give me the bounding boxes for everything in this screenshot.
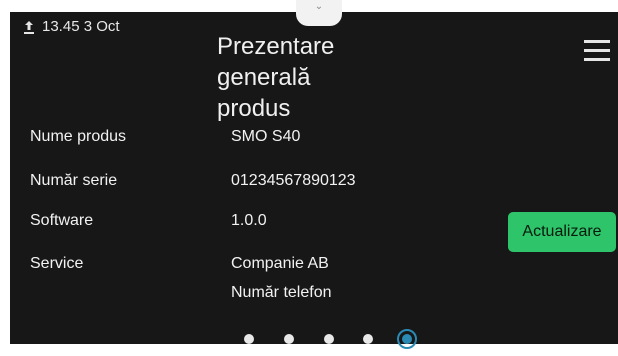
row-label: Nume produs	[30, 128, 127, 145]
page-dot[interactable]	[324, 334, 334, 344]
row-label: Service	[30, 255, 84, 272]
page-dot[interactable]	[284, 334, 294, 344]
upload-icon	[24, 20, 34, 34]
row-value: 1.0.0	[231, 212, 267, 229]
status-time-date: 13.45 3 Oct	[42, 18, 120, 35]
page-dot[interactable]	[363, 334, 373, 344]
pull-down-handle[interactable]: ⌄	[296, 0, 342, 26]
update-button[interactable]: Actualizare	[508, 212, 616, 252]
info-row-serial-number: Număr serie 01234567890123	[10, 172, 618, 194]
page-dot-active[interactable]	[397, 329, 417, 349]
info-row-product-name: Nume produs SMO S40	[10, 128, 618, 150]
device-screen: 13.45 3 Oct Prezentare generală produs N…	[10, 12, 618, 349]
row-value: Număr telefon	[231, 284, 332, 301]
page-title-line: produs	[217, 95, 291, 122]
hamburger-menu-icon[interactable]	[584, 40, 610, 62]
row-value: SMO S40	[231, 128, 301, 145]
row-value: Companie AB	[231, 255, 329, 272]
row-label: Număr serie	[30, 172, 118, 189]
chevron-down-icon: ⌄	[314, 1, 324, 12]
page-title-line: Prezentare	[217, 33, 335, 60]
page-title: Prezentare generală produs	[217, 31, 437, 124]
status-bar: 13.45 3 Oct	[22, 18, 120, 35]
page-dot[interactable]	[244, 334, 254, 344]
info-row-phone: Număr telefon	[10, 284, 618, 306]
row-value: 01234567890123	[231, 172, 356, 189]
row-label: Software	[30, 212, 94, 229]
info-row-service: Service Companie AB	[10, 255, 618, 277]
page-title-line: generală	[217, 64, 311, 91]
